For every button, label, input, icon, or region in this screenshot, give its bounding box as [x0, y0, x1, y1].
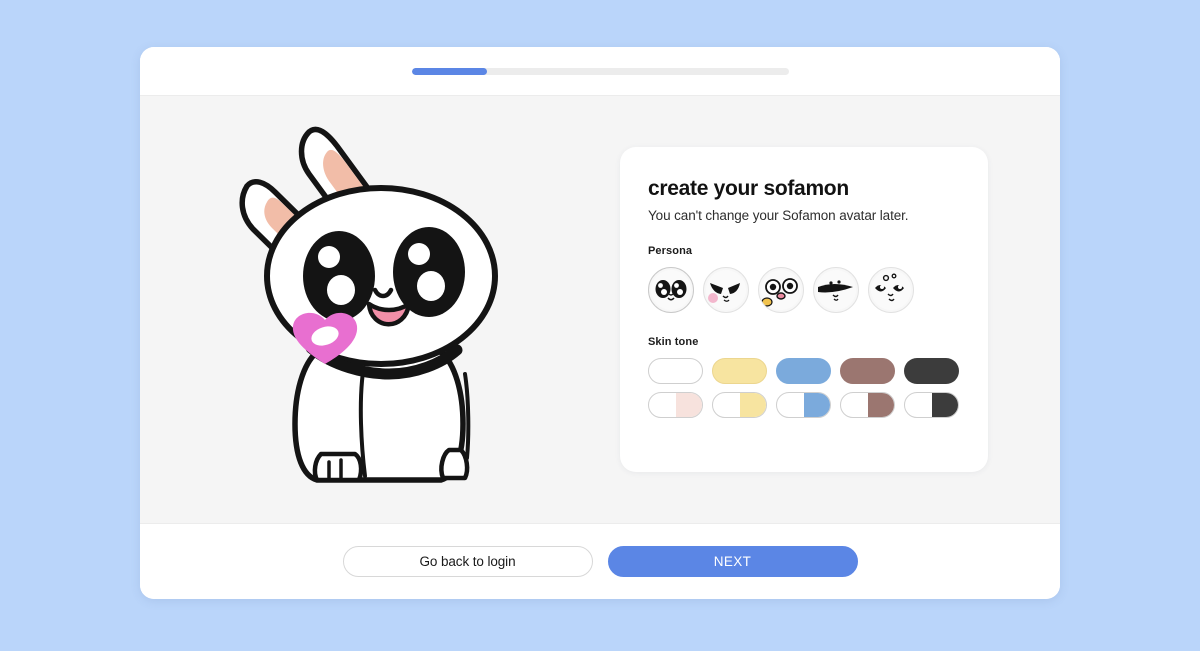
next-button[interactable]: NEXT	[607, 546, 858, 577]
onboarding-progress-bar	[411, 67, 789, 75]
tone-half-fill	[867, 393, 894, 417]
window-footer: Go back to login NEXT	[140, 523, 1060, 599]
persona-panda-eyes[interactable]	[648, 267, 694, 313]
onboarding-window: create your sofamon You can't change you…	[140, 47, 1060, 599]
tone-white[interactable]	[648, 358, 703, 384]
persona-option-list	[648, 267, 960, 313]
progress-fill	[411, 67, 487, 75]
tone-half-fill	[675, 393, 702, 417]
persona-sparkle-eyes[interactable]	[868, 267, 914, 313]
tone-half-pink[interactable]	[648, 392, 703, 418]
persona-bandit-mask[interactable]	[813, 267, 859, 313]
skin-tone-row-split	[648, 392, 960, 418]
persona-wide-eyes-icon	[761, 270, 801, 310]
persona-cool-shades-icon	[706, 270, 746, 310]
tone-half-fill	[931, 393, 958, 417]
go-back-to-login-button[interactable]: Go back to login	[342, 546, 593, 577]
tone-half-brown[interactable]	[840, 392, 895, 418]
tone-brown[interactable]	[840, 358, 895, 384]
tone-dark[interactable]	[904, 358, 959, 384]
tone-yellow[interactable]	[712, 358, 767, 384]
rabbit-avatar-illustration	[239, 126, 498, 483]
avatar-preview-pane	[140, 96, 618, 523]
skin-tone-section-label: Skin tone	[648, 336, 699, 348]
window-body: create your sofamon You can't change you…	[140, 96, 1060, 523]
avatar-options-card: create your sofamon You can't change you…	[620, 147, 988, 472]
persona-panda-eyes-icon	[651, 270, 691, 310]
skin-tone-option-grid	[648, 358, 960, 418]
persona-cool-shades[interactable]	[703, 267, 749, 313]
page-subtitle: You can't change your Sofamon avatar lat…	[648, 208, 909, 223]
app-background: create your sofamon You can't change you…	[0, 0, 1200, 651]
persona-sparkle-eyes-icon	[871, 270, 911, 310]
skin-tone-row-solid	[648, 358, 960, 384]
window-header	[140, 47, 1060, 96]
page-title: create your sofamon	[648, 177, 849, 200]
tone-half-blue[interactable]	[776, 392, 831, 418]
tone-blue[interactable]	[776, 358, 831, 384]
persona-bandit-mask-icon	[816, 270, 856, 310]
tone-half-yellow[interactable]	[712, 392, 767, 418]
persona-wide-eyes[interactable]	[758, 267, 804, 313]
persona-section-label: Persona	[648, 245, 693, 257]
tone-half-fill	[803, 393, 830, 417]
tone-half-dark[interactable]	[904, 392, 959, 418]
tone-half-fill	[739, 393, 766, 417]
